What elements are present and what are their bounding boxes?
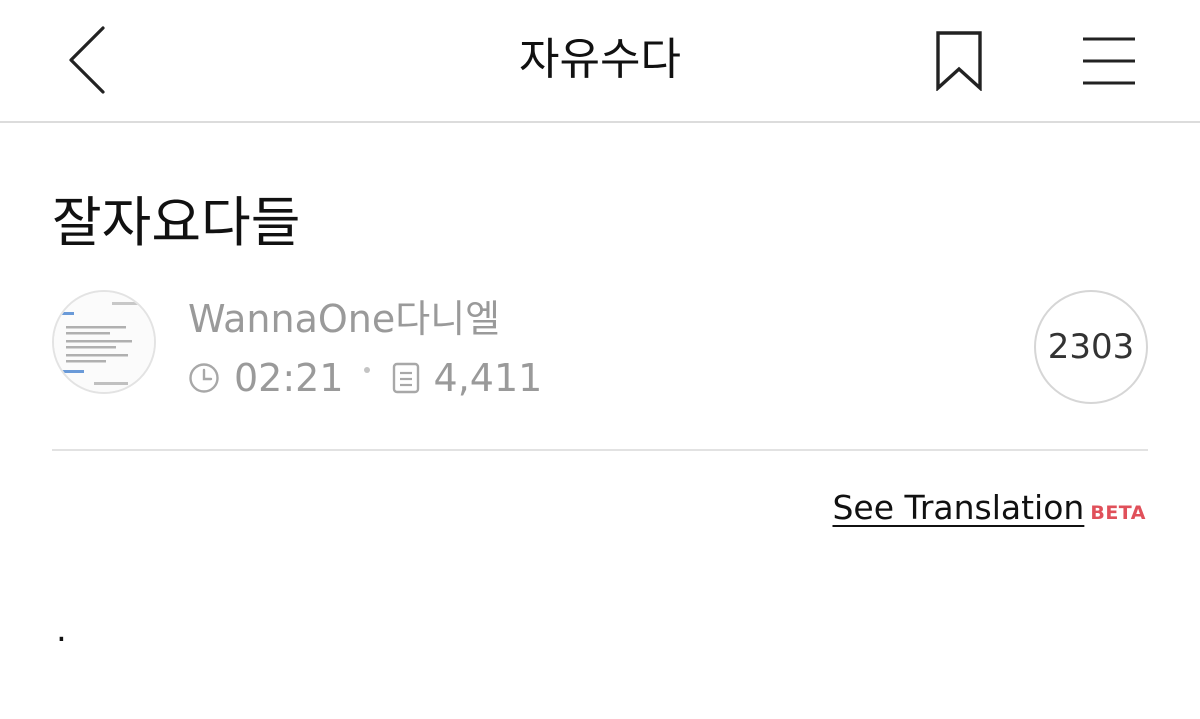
menu-button[interactable]	[1072, 24, 1146, 98]
board-title: 자유수다	[519, 34, 681, 85]
comment-count-button[interactable]: 2303	[1034, 290, 1148, 404]
bookmark-button[interactable]	[926, 24, 992, 98]
meta-separator	[363, 367, 370, 373]
post-meta: 02:21 4,411	[188, 352, 542, 404]
translation-row: See Translation BETA	[832, 488, 1146, 527]
clock-icon	[188, 362, 220, 394]
see-translation-link[interactable]: See Translation	[832, 488, 1084, 527]
hamburger-menu-icon	[1083, 37, 1135, 85]
top-navigation-bar: 자유수다	[0, 0, 1200, 123]
beta-badge: BETA	[1090, 502, 1146, 524]
post-title: 잘자요다들	[52, 191, 301, 254]
chevron-left-icon	[69, 26, 105, 94]
avatar-thumbnail-image	[54, 292, 154, 392]
author-avatar[interactable]	[52, 290, 156, 394]
bookmark-icon	[936, 31, 982, 91]
document-icon	[392, 362, 420, 394]
post-body: .	[56, 610, 67, 650]
author-name[interactable]: WannaOne다니엘	[188, 294, 500, 344]
post-time: 02:21	[234, 356, 344, 400]
view-count: 4,411	[433, 356, 543, 400]
back-button[interactable]	[52, 18, 122, 102]
divider	[52, 449, 1148, 451]
